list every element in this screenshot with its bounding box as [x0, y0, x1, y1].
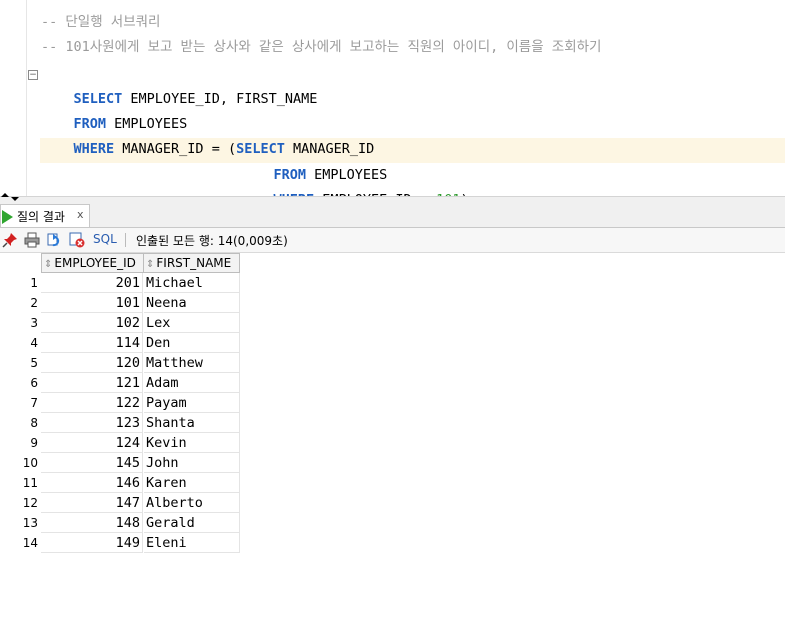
cell-first-name[interactable]: Den [144, 333, 240, 353]
table-row[interactable]: 14 149 Eleni [0, 533, 240, 553]
row-number: 5 [30, 356, 38, 370]
cell-first-name[interactable]: Eleni [144, 533, 240, 553]
row-number: 13 [22, 516, 38, 530]
cell-first-name[interactable]: Adam [144, 373, 240, 393]
row-number: 7 [30, 396, 38, 410]
cell-first-name[interactable]: Lex [144, 313, 240, 333]
cell-first-name[interactable]: Payam [144, 393, 240, 413]
sort-icon[interactable]: ⇕ [146, 259, 154, 270]
table-row[interactable]: 9 124 Kevin [0, 433, 240, 453]
code-line-from[interactable]: FROM EMPLOYEES [41, 87, 188, 132]
cell-employee-id[interactable]: 114 [41, 333, 143, 353]
cell-employee-id[interactable]: 122 [41, 393, 143, 413]
cell-first-name[interactable]: Alberto [144, 493, 240, 513]
print-icon[interactable] [24, 232, 40, 248]
comment-line[interactable]: -- 단일행 서브쿼리 [41, 10, 160, 35]
cell-first-name[interactable]: John [144, 453, 240, 473]
row-number: 4 [30, 336, 38, 350]
cell-employee-id[interactable]: 146 [41, 473, 143, 493]
code-line-subquery-where[interactable]: WHERE EMPLOYEE_ID = 101); [241, 163, 477, 208]
comment-line[interactable]: -- 101사원에게 보고 받는 상사와 같은 상사에게 보고하는 직원의 아이… [41, 35, 601, 60]
tab-label: 질의 결과 [17, 210, 65, 224]
table-row[interactable]: 5 120 Matthew [0, 353, 240, 373]
sort-icon[interactable]: ⇕ [44, 259, 52, 270]
column-header-first-name[interactable]: ⇕ FIRST_NAME [143, 253, 240, 273]
cell-employee-id[interactable]: 121 [41, 373, 143, 393]
column-header-label: EMPLOYEE_ID [54, 256, 136, 270]
results-tab-bar: 질의 결과 x [0, 202, 785, 228]
cell-first-name[interactable]: Matthew [144, 353, 240, 373]
cell-employee-id[interactable]: 124 [41, 433, 143, 453]
refresh-icon[interactable] [47, 232, 63, 248]
cell-employee-id[interactable]: 123 [41, 413, 143, 433]
code-line-subquery-from[interactable]: FROM EMPLOYEES [241, 138, 388, 183]
splitter-arrows-icon[interactable] [0, 193, 20, 201]
table-row[interactable]: 8 123 Shanta [0, 413, 240, 433]
row-number: 12 [22, 496, 38, 510]
close-icon[interactable]: x [77, 208, 84, 221]
row-number: 2 [30, 296, 38, 310]
cell-first-name[interactable]: Gerald [144, 513, 240, 533]
results-toolbar: SQL 인출된 모든 행: 14(0,009초) [0, 228, 785, 253]
cell-employee-id[interactable]: 201 [41, 273, 143, 293]
editor-gutter [26, 0, 27, 196]
sql-button[interactable]: SQL [93, 232, 117, 246]
keyword: WHERE [73, 141, 115, 157]
cell-employee-id[interactable]: 145 [41, 453, 143, 473]
table-row[interactable]: 13 148 Gerald [0, 513, 240, 533]
cell-employee-id[interactable]: 149 [41, 533, 143, 553]
code-line-select[interactable]: SELECT EMPLOYEE_ID, FIRST_NAME [41, 62, 318, 107]
table-row[interactable]: 7 122 Payam [0, 393, 240, 413]
row-number-header [0, 253, 42, 273]
cell-employee-id[interactable]: 147 [41, 493, 143, 513]
fold-toggle-icon[interactable]: − [28, 70, 38, 80]
column-header-label: FIRST_NAME [156, 256, 232, 270]
cell-first-name[interactable]: Karen [144, 473, 240, 493]
cell-first-name[interactable]: Kevin [144, 433, 240, 453]
run-icon [2, 210, 13, 224]
table-row[interactable]: 6 121 Adam [0, 373, 240, 393]
code-text: MANAGER_ID = ( [114, 141, 237, 157]
sql-editor[interactable]: − -- 단일행 서브쿼리 -- 101사원에게 보고 받는 상사와 같은 상사… [0, 0, 785, 208]
row-number: 1 [30, 276, 38, 290]
row-number: 9 [30, 436, 38, 450]
row-number: 6 [30, 376, 38, 390]
row-number: 3 [30, 316, 38, 330]
cell-first-name[interactable]: Neena [144, 293, 240, 313]
cell-first-name[interactable]: Michael [144, 273, 240, 293]
table-row[interactable]: 10 145 John [0, 453, 240, 473]
row-number: 14 [22, 536, 38, 550]
row-number: 11 [22, 476, 38, 490]
table-row[interactable]: 4 114 Den [0, 333, 240, 353]
cell-first-name[interactable]: Shanta [144, 413, 240, 433]
table-row[interactable]: 1 201 Michael [0, 273, 240, 293]
code-line-where[interactable]: WHERE MANAGER_ID = (SELECT MANAGER_ID [41, 112, 375, 157]
table-row[interactable]: 11 146 Karen [0, 473, 240, 493]
tab-query-result[interactable]: 질의 결과 x [0, 204, 90, 227]
cell-employee-id[interactable]: 102 [41, 313, 143, 333]
cell-employee-id[interactable]: 120 [41, 353, 143, 373]
table-row[interactable]: 2 101 Neena [0, 293, 240, 313]
pin-icon[interactable] [2, 232, 18, 248]
row-number: 10 [22, 456, 38, 470]
table-row[interactable]: 3 102 Lex [0, 313, 240, 333]
row-number: 8 [30, 416, 38, 430]
fetch-status: 인출된 모든 행: 14(0,009초) [136, 234, 288, 248]
toolbar-divider [125, 233, 126, 247]
cell-employee-id[interactable]: 148 [41, 513, 143, 533]
cancel-icon[interactable] [69, 232, 85, 248]
cell-employee-id[interactable]: 101 [41, 293, 143, 313]
column-header-employee-id[interactable]: ⇕ EMPLOYEE_ID [41, 253, 144, 273]
table-row[interactable]: 12 147 Alberto [0, 493, 240, 513]
